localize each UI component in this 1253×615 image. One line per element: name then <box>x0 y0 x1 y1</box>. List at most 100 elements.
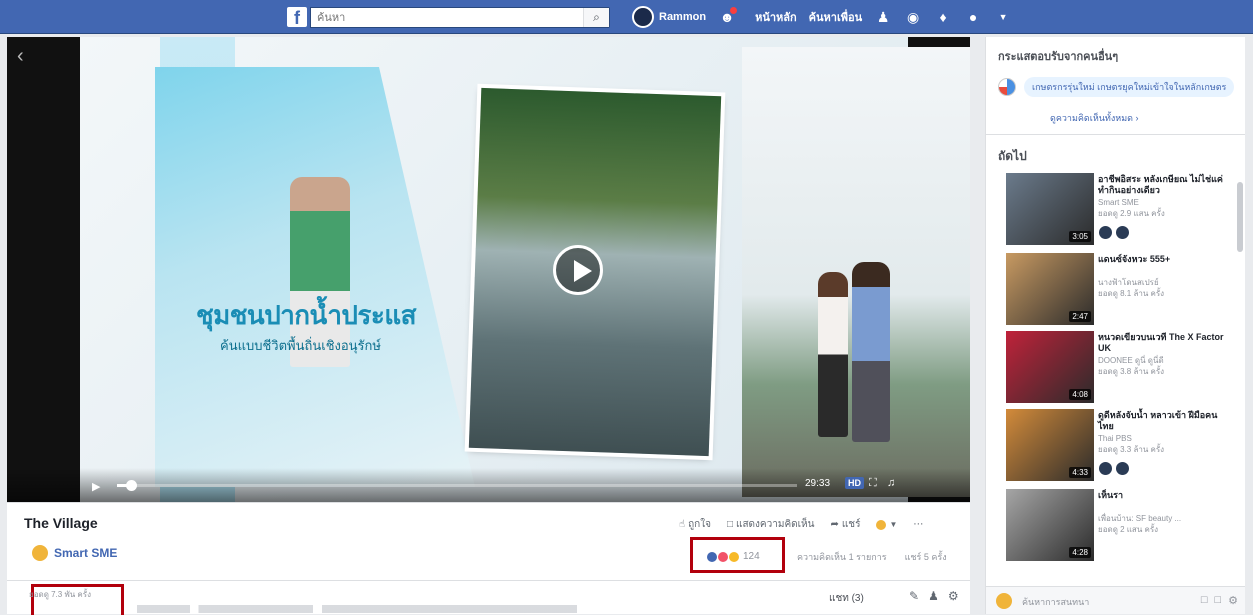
comment-button[interactable]: □ แสดงความคิดเห็น <box>727 517 815 532</box>
reaction-summary[interactable]: 124 <box>707 551 760 562</box>
video-thumbnail[interactable]: 4:08 <box>1006 331 1094 403</box>
chat-tab[interactable]: แชท (3) <box>829 591 864 606</box>
suggested-video-item[interactable]: 4:28 เห็นรา เพื่อนบ้าน: SF beauty ... ยอดดู… <box>1006 489 1231 563</box>
video-item-title[interactable]: เห็นรา <box>1098 490 1228 501</box>
volume-icon[interactable]: ♫ <box>887 477 895 489</box>
reactions-highlight: 124 <box>690 537 785 573</box>
comment-count-link[interactable]: ความคิดเห็น 1 รายการ <box>797 550 887 564</box>
messenger-icon[interactable]: ◉ <box>904 8 922 26</box>
fullscreen-icon[interactable]: ⛶ <box>869 477 877 490</box>
caption-text <box>137 605 577 613</box>
back-arrow-icon[interactable]: ‹ <box>17 45 24 68</box>
notification-indicator[interactable]: ☻ <box>718 6 743 26</box>
love-reaction-icon <box>718 551 728 562</box>
video-item-title[interactable]: ดูดีหลังจับน้ำ หลาวเข้า ฝีมือคนไทย <box>1098 410 1228 432</box>
chat-avatar <box>996 593 1012 609</box>
dropdown-icon[interactable]: ▼ <box>994 8 1012 26</box>
video-duration: 3:05 <box>1069 231 1091 242</box>
feedback-header: กระแสตอบรับจากคนอื่นๆ <box>998 51 1119 63</box>
group-chat-icon[interactable]: □ <box>1214 594 1221 607</box>
share-button[interactable]: ➦ แชร์ <box>830 517 860 532</box>
like-label: ถูกใจ <box>688 519 711 530</box>
friends-icon[interactable]: ♟ <box>874 8 892 26</box>
home-link[interactable]: หน้าหลัก <box>755 8 797 26</box>
video-thumbnail[interactable]: 4:33 <box>1006 409 1094 481</box>
video-duration: 4:33 <box>1069 467 1091 478</box>
page-name: Smart SME <box>54 546 118 560</box>
chat-search[interactable]: ค้นหาการสนทนา <box>1022 595 1089 609</box>
video-item-views: ยอดดู 3.8 ล้าน ครั้ง <box>1098 367 1165 376</box>
find-friends-link[interactable]: ค้นหาเพื่อน <box>809 8 862 26</box>
top-nav-bar: f ⌕ Rammon ☻ หน้าหลัก ค้นหาเพื่อน ♟ ◉ ♦ … <box>0 0 1253 34</box>
facebook-logo[interactable]: f <box>287 7 307 28</box>
play-button[interactable] <box>553 245 603 295</box>
friend-avatar <box>1098 225 1113 240</box>
reaction-picker[interactable]: ▼ <box>876 519 897 530</box>
shared-by-row[interactable]: เกษตรกรรุ่นใหม่ เกษตรยุคใหม่เข้าใจในหลัก… <box>998 77 1235 97</box>
video-item-views: ยอดดู 8.1 ล้าน ครั้ง <box>1098 289 1165 298</box>
see-all-link[interactable]: ดูความคิดเห็นทั้งหมด › <box>1050 111 1138 125</box>
nav-group: Rammon ☻ หน้าหลัก ค้นหาเพื่อน ♟ ◉ ♦ ● ▼ <box>632 0 1012 34</box>
engagement-meta: ความคิดเห็น 1 รายการ แชร์ 5 ครั้ง <box>797 550 947 564</box>
video-info: The Village Smart SME ☝ ถูกใจ □ แสดงความคิ… <box>7 502 970 580</box>
wow-reaction-icon <box>729 551 739 562</box>
video-thumbnail[interactable]: 3:05 <box>1006 173 1094 245</box>
page-link[interactable]: Smart SME <box>32 545 117 561</box>
hd-button[interactable]: HD <box>845 477 864 489</box>
video-time: 29:33 <box>805 478 831 489</box>
edit-icon[interactable]: ✎ <box>909 589 919 603</box>
profile-name: Rammon <box>659 11 707 23</box>
chat-bar: ค้นหาการสนทนา □ □ ⚙ <box>986 586 1245 614</box>
help-icon[interactable]: ● <box>964 8 982 26</box>
friend-avatars <box>1098 225 1130 240</box>
video-item-title[interactable]: แดนซ์จังหวะ 555+ <box>1098 254 1228 265</box>
share-count-link[interactable]: แชร์ 5 ครั้ง <box>905 550 947 564</box>
notifications-icon[interactable]: ♦ <box>934 8 952 26</box>
friend-avatar <box>1098 461 1113 476</box>
page-avatar <box>32 545 48 561</box>
sharer-avatar <box>998 78 1016 96</box>
suggested-video-item[interactable]: 2:47 แดนซ์จังหวะ 555+ นางฟ้าโดนสเปรย์ยอดดู… <box>1006 253 1231 327</box>
video-item-source: Thai PBS <box>1098 434 1132 443</box>
play-control-icon[interactable]: ▶ <box>92 480 100 493</box>
share-icon: ➦ <box>830 519 839 530</box>
shared-pill: เกษตรกรรุ่นใหม่ เกษตรยุคใหม่เข้าใจในหลัก… <box>1024 77 1235 97</box>
divider <box>986 134 1245 135</box>
see-all-label: ดูความคิดเห็นทั้งหมด <box>1050 113 1133 123</box>
suggested-video-item[interactable]: 4:33 ดูดีหลังจับน้ำ หลาวเข้า ฝีมือคนไทย Th… <box>1006 409 1231 483</box>
video-item-title[interactable]: อาชีพอิสระ หลังเกษียณ ไม่ไช่แค่ทำกินอย่า… <box>1098 174 1228 196</box>
more-options-icon[interactable]: ⋯ <box>913 519 923 530</box>
search-box: ⌕ <box>310 7 610 28</box>
new-message-icon[interactable]: □ <box>1201 594 1208 607</box>
video-frame: ชุมชนปากน้ำประแส ค้นแบบชีวิตพื้นถิ่นเชิง… <box>80 37 970 502</box>
like-reaction-icon <box>707 551 717 562</box>
group-icon[interactable]: ♟ <box>928 589 939 603</box>
profile-avatar <box>632 6 654 28</box>
right-column: กระแสตอบรับจากคนอื่นๆ เกษตรกรรุ่นใหม่ เก… <box>985 37 1245 614</box>
chat-controls: ✎ ♟ ⚙ <box>909 589 959 603</box>
video-overlay-subtitle: ค้นแบบชีวิตพื้นถิ่นเชิงอนุรักษ์ <box>220 339 381 354</box>
video-player[interactable]: ‹ ชุมชนปากน้ำประแส ค้นแบบชีวิตพื้นถิ่นเช… <box>7 37 970 502</box>
video-duration: 4:08 <box>1069 389 1091 400</box>
suggested-video-item[interactable]: 4:08 หนวดเขียวบนเวที The X Factor UK DOONE… <box>1006 331 1231 405</box>
video-item-source: Smart SME <box>1098 198 1139 207</box>
video-item-title[interactable]: หนวดเขียวบนเวที The X Factor UK <box>1098 332 1228 354</box>
video-item-source: นางฟ้าโดนสเปรย์ <box>1098 278 1159 287</box>
progress-knob[interactable] <box>125 480 137 491</box>
video-item-source: เพื่อนบ้าน: SF beauty ... <box>1098 514 1182 523</box>
video-duration: 2:47 <box>1069 311 1091 322</box>
chat-icons: □ □ ⚙ <box>1201 594 1238 607</box>
settings-icon[interactable]: ⚙ <box>948 589 959 603</box>
search-input[interactable] <box>311 8 581 27</box>
man-figure-2 <box>852 262 890 442</box>
views-meta: ยอดดู 7.3 พัน ครั้ง <box>29 590 91 599</box>
video-thumbnail[interactable]: 4:28 <box>1006 489 1094 561</box>
like-button[interactable]: ☝ ถูกใจ <box>679 517 711 532</box>
progress-bar[interactable] <box>117 480 797 491</box>
profile-link[interactable]: Rammon <box>632 6 706 28</box>
video-thumbnail[interactable]: 2:47 <box>1006 253 1094 325</box>
scrollbar[interactable] <box>1237 182 1243 252</box>
search-icon[interactable]: ⌕ <box>583 8 609 27</box>
suggested-video-item[interactable]: 3:05 อาชีพอิสระ หลังเกษียณ ไม่ไช่แค่ทำกิน… <box>1006 173 1231 247</box>
chat-settings-icon[interactable]: ⚙ <box>1228 594 1238 607</box>
